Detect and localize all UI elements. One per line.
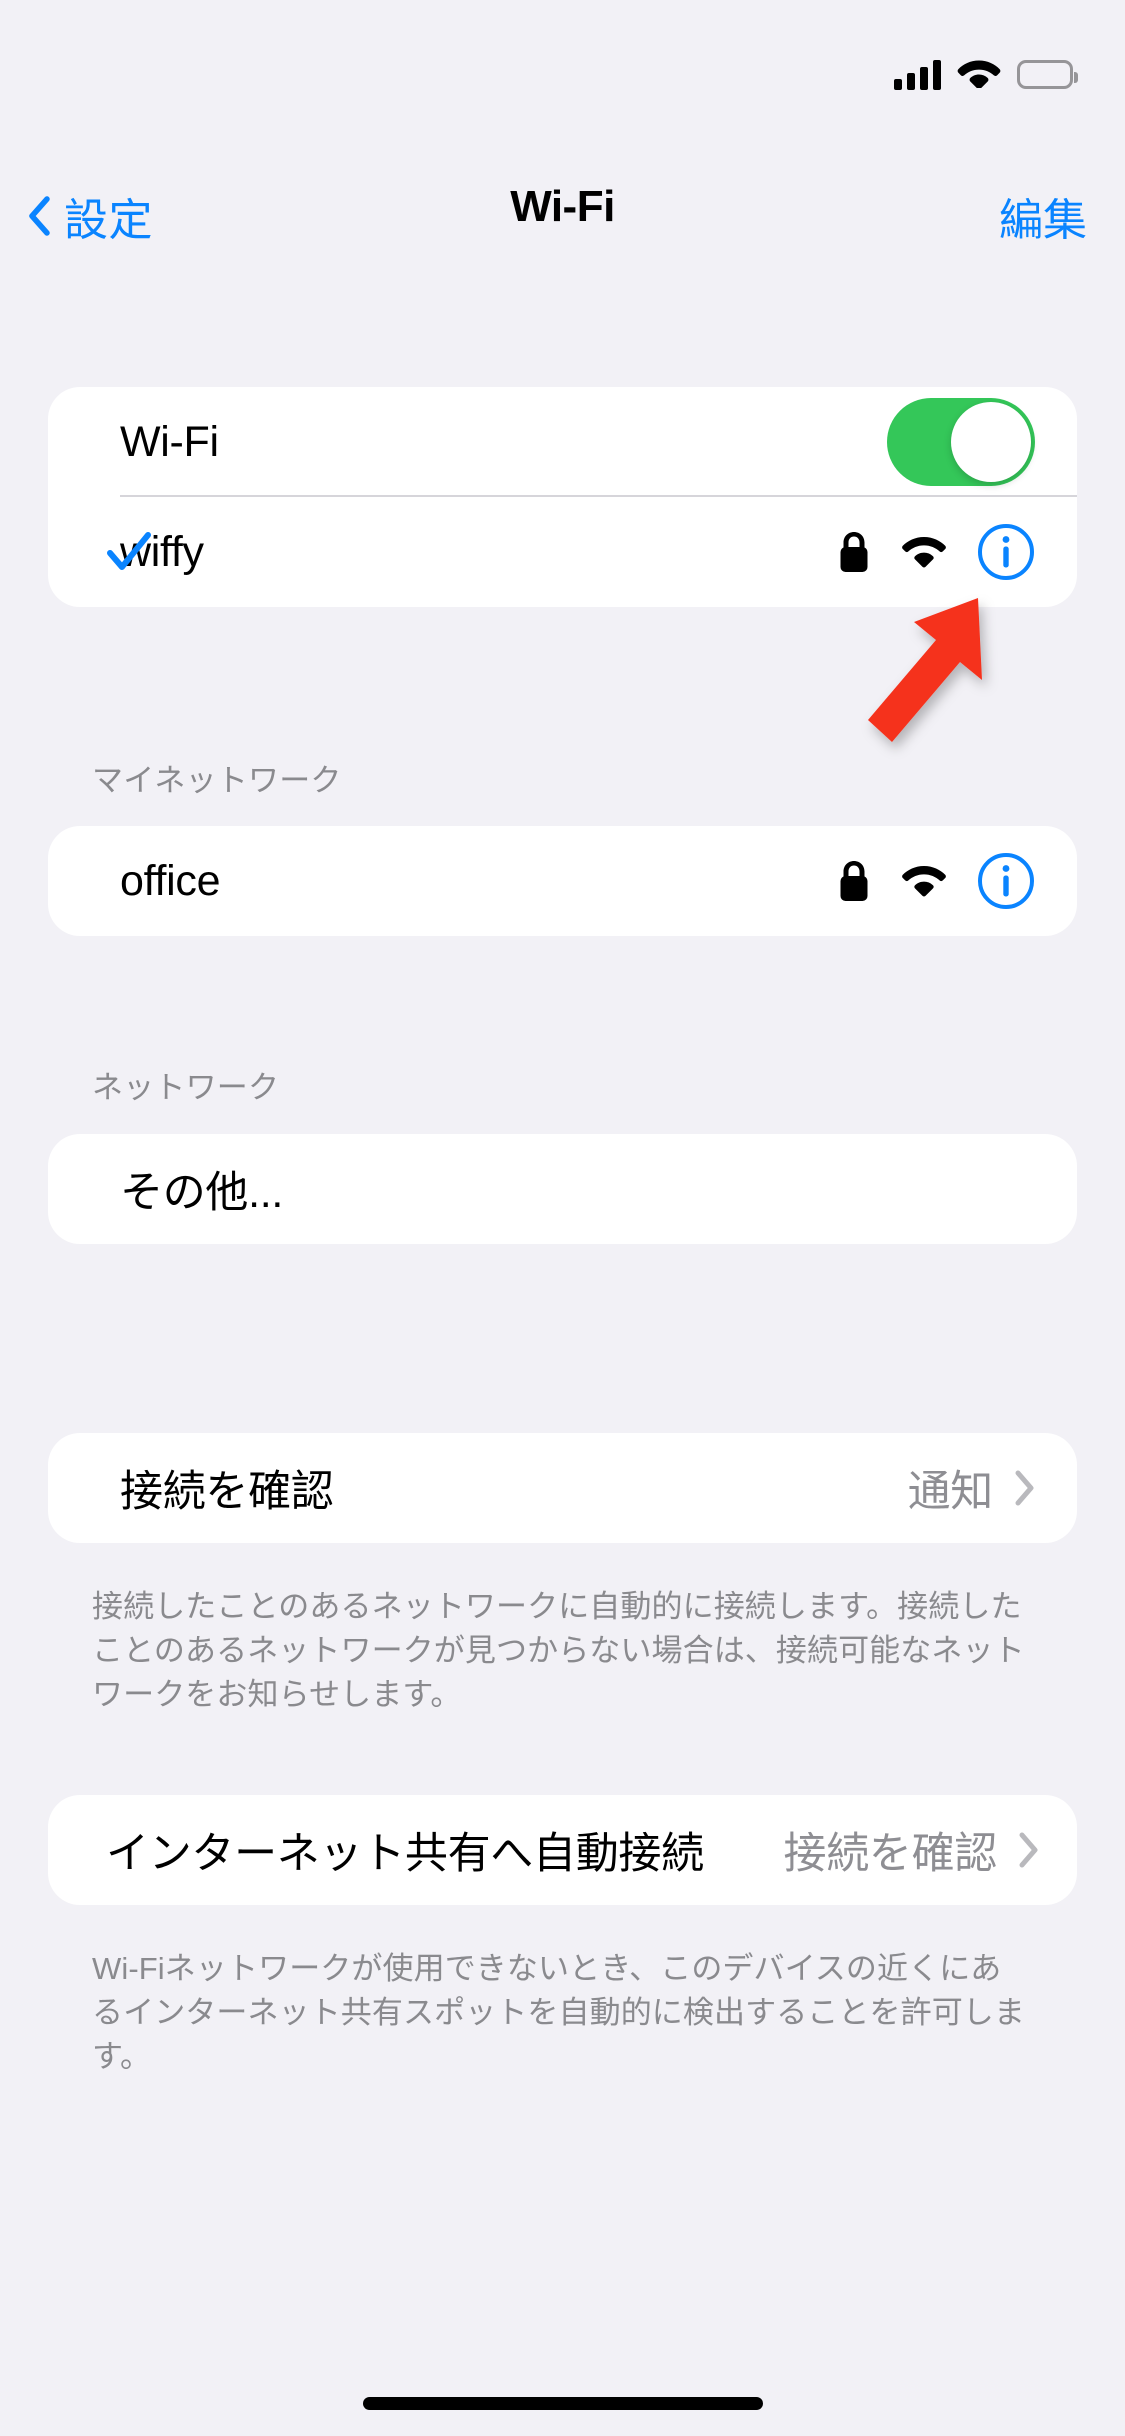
ask-to-join-label: 接続を確認 — [120, 1468, 334, 1516]
edit-button[interactable]: 編集 — [999, 184, 1087, 248]
network-name-office: office — [120, 856, 221, 905]
lock-icon — [837, 859, 871, 903]
section-header-my-networks: マイネットワーク — [92, 763, 342, 798]
info-button-office[interactable] — [977, 852, 1035, 910]
home-indicator[interactable] — [362, 2397, 763, 2410]
auto-join-hotspot-value: 接続を確認 — [783, 1830, 998, 1878]
iphone-screen: 設定 Wi-Fi 編集 Wi-Fi wiffy マイネットワーク office … — [0, 0, 1125, 2436]
section-header-networks: ネットワーク — [92, 1070, 280, 1105]
auto-join-hotspot-card: インターネット共有へ自動接続 接続を確認 — [48, 1795, 1077, 1905]
cellular-signal-icon — [894, 59, 941, 90]
network-row-wiffy[interactable]: wiffy — [48, 497, 1077, 607]
network-row-office[interactable]: office — [48, 826, 1077, 936]
chevron-right-icon — [1019, 1832, 1039, 1868]
status-bar-right-cluster — [894, 56, 1078, 93]
checkmark-icon — [106, 529, 152, 575]
my-networks-card: office — [48, 826, 1077, 936]
chevron-right-icon — [1015, 1470, 1035, 1506]
page-title: Wi-Fi — [510, 182, 615, 231]
toggle-knob — [951, 402, 1031, 482]
ask-to-join-value: 通知 — [907, 1468, 994, 1516]
wifi-signal-icon — [901, 533, 947, 571]
ask-to-join-row[interactable]: 接続を確認 通知 — [48, 1433, 1077, 1543]
auto-join-hotspot-label: インターネット共有へ自動接続 — [106, 1830, 704, 1878]
lock-icon — [837, 530, 871, 574]
auto-join-hotspot-row[interactable]: インターネット共有へ自動接続 接続を確認 — [48, 1795, 1077, 1905]
wifi-card: Wi-Fi wiffy — [48, 387, 1077, 607]
wifi-signal-icon — [901, 862, 947, 900]
wifi-toggle-switch[interactable] — [887, 398, 1035, 486]
ask-to-join-footnote: 接続したことのあるネットワークに自動的に接続します。接続したことのあるネットワー… — [92, 1589, 1025, 1712]
other-network-label: その他... — [120, 1169, 284, 1217]
networks-card: その他... — [48, 1134, 1077, 1244]
network-icons-office — [837, 852, 1035, 910]
battery-icon — [1017, 60, 1078, 89]
other-network-row[interactable]: その他... — [48, 1134, 1077, 1244]
info-button-wiffy[interactable] — [977, 523, 1035, 581]
ask-to-join-card: 接続を確認 通知 — [48, 1433, 1077, 1543]
auto-join-hotspot-footnote: Wi-Fiネットワークが使用できないとき、このデバイスの近くにあるインターネット… — [92, 1951, 1025, 2074]
wifi-icon — [957, 56, 1001, 93]
status-bar — [0, 0, 1125, 140]
wifi-toggle-label: Wi-Fi — [120, 417, 219, 466]
navigation-bar: 設定 Wi-Fi 編集 — [0, 160, 1125, 270]
annotation-arrow-icon — [826, 592, 1026, 782]
wifi-toggle-row[interactable]: Wi-Fi — [48, 387, 1077, 497]
network-icons-wiffy — [837, 523, 1035, 581]
